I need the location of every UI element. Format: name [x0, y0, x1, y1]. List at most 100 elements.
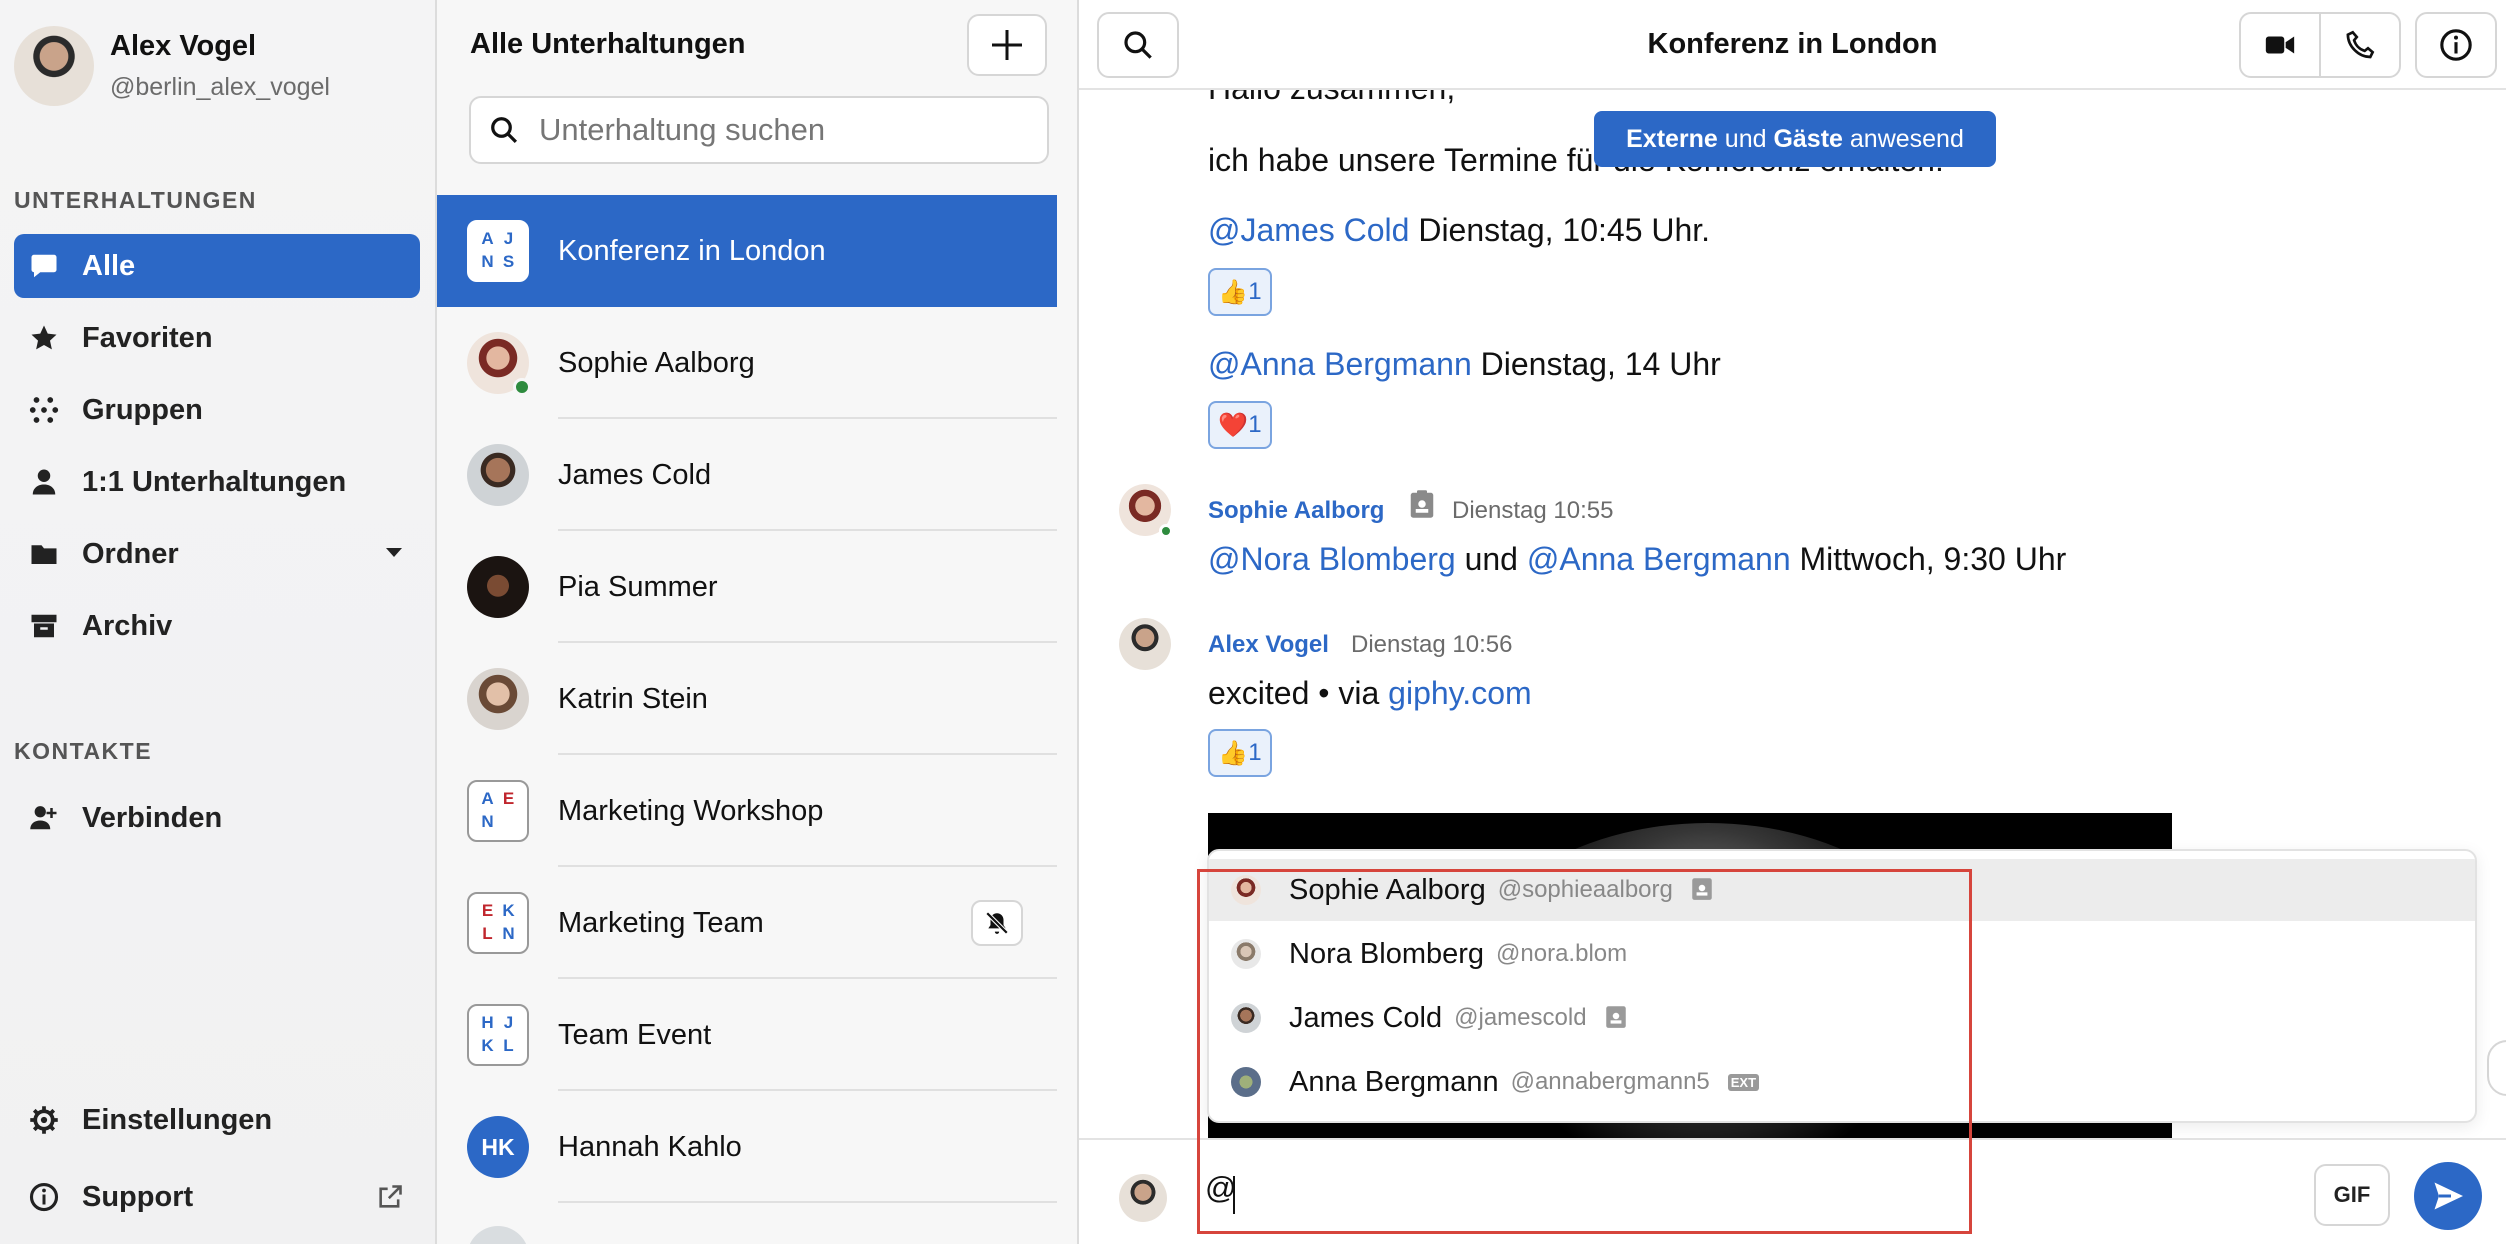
profile-header[interactable]: Alex Vogel @berlin_alex_vogel: [14, 26, 330, 106]
externals-present-banner: Externe und Gäste anwesend: [1594, 111, 1996, 167]
avatar: [1231, 1067, 1261, 1097]
giphy-link[interactable]: giphy.com: [1388, 675, 1531, 711]
sidebar-item-label: Verbinden: [82, 801, 223, 834]
conversation-search[interactable]: [469, 96, 1049, 164]
sidebar-item-support[interactable]: Support: [14, 1165, 420, 1229]
muted-bell-button[interactable]: [971, 900, 1023, 946]
phone-icon: [2346, 30, 2375, 59]
plus-icon: [992, 30, 1022, 60]
guest-badge-icon: [1691, 875, 1713, 906]
reaction-chip[interactable]: 👍 1: [1208, 268, 1272, 316]
conversation-item[interactable]: A J N S Konferenz in London: [437, 195, 1057, 307]
sidebar-item-favoriten[interactable]: Favoriten: [14, 306, 420, 370]
online-status-dot: [513, 378, 531, 396]
sidebar-item-archiv[interactable]: Archiv: [14, 594, 420, 658]
sidebar-item-label: Gruppen: [82, 393, 203, 426]
chevron-down-icon[interactable]: [386, 548, 402, 557]
avatar[interactable]: [14, 26, 94, 106]
scroll-handle[interactable]: [2487, 1040, 2506, 1096]
mention-suggestion[interactable]: Sophie Aalborg @sophieaalborg: [1209, 859, 2475, 921]
avatar[interactable]: [1119, 484, 1173, 538]
thumbs-up-icon: 👍: [1218, 739, 1249, 767]
conversation-item[interactable]: E K L N Marketing Team: [437, 867, 1057, 979]
conversation-item[interactable]: A E N Marketing Workshop: [437, 755, 1057, 867]
conversation-item[interactable]: H J K L Team Event: [437, 979, 1057, 1091]
avatar-initials: HK: [467, 1116, 529, 1178]
sidebar-item-label: Einstellungen: [82, 1103, 273, 1136]
message-timestamp: Dienstag 10:55: [1452, 497, 1614, 524]
conversation-item[interactable]: James Cold: [437, 419, 1057, 531]
archive-icon: [28, 610, 60, 642]
banner-strong: Externe: [1626, 124, 1718, 153]
group-letter: N: [502, 924, 515, 943]
group-letter: H: [481, 1013, 494, 1032]
group-letter: J: [503, 1013, 514, 1032]
send-icon: [2434, 1182, 2463, 1210]
info-icon: [2440, 29, 2472, 61]
conversation-item[interactable]: Sophie Aalborg: [437, 307, 1057, 419]
message-sender[interactable]: Alex Vogel: [1208, 631, 1329, 659]
group-letter: N: [481, 252, 494, 271]
mention-suggestion[interactable]: Nora Blomberg @nora.blom: [1209, 923, 2475, 985]
avatar: [1231, 1003, 1261, 1033]
message-input[interactable]: [1205, 1170, 1805, 1206]
mention-link[interactable]: @Nora Blomberg: [1208, 541, 1456, 577]
message-sender[interactable]: Sophie Aalborg: [1208, 497, 1384, 525]
sidebar-item-label: Support: [82, 1180, 194, 1213]
mention-link[interactable]: @Anna Bergmann: [1527, 541, 1791, 577]
message-text: @Nora Blomberg und @Anna Bergmann Mittwo…: [1208, 541, 2066, 578]
reaction-chip[interactable]: ❤️ 1: [1208, 401, 1272, 449]
group-avatar: A J N S: [467, 220, 529, 282]
online-status-dot: [1159, 524, 1173, 538]
group-letter: S: [502, 252, 515, 271]
profile-name: Alex Vogel: [110, 30, 257, 62]
sidebar-item-gruppen[interactable]: Gruppen: [14, 378, 420, 442]
conversation-info-button[interactable]: [2415, 12, 2497, 78]
mention-link[interactable]: @James Cold: [1208, 212, 1409, 248]
suggestion-handle: @sophieaalborg: [1497, 876, 1673, 903]
avatar: [1119, 1174, 1167, 1222]
suggestion-name: James Cold: [1289, 1001, 1443, 1034]
mention-link[interactable]: @Anna Bergmann: [1208, 346, 1472, 382]
conversation-name: Pia Summer: [558, 570, 718, 603]
thumbs-up-icon: 👍: [1218, 278, 1249, 306]
search-input[interactable]: [539, 112, 1019, 148]
sidebar-item-label: Archiv: [82, 609, 173, 642]
sidebar-item-1-1-unterhaltungen[interactable]: 1:1 Unterhaltungen: [14, 450, 420, 514]
section-label-conversations: UNTERHALTUNGEN: [14, 187, 257, 213]
folder-icon: [28, 538, 60, 570]
sidebar-item-einstellungen[interactable]: Einstellungen: [14, 1088, 420, 1152]
group-letter: E: [481, 901, 494, 920]
group-letter: N: [481, 812, 494, 831]
conversation-name: James Cold: [558, 458, 712, 491]
conversation-item[interactable]: HK Hannah Kahlo: [437, 1091, 1057, 1203]
conversation-item[interactable]: Pia Summer: [437, 531, 1057, 643]
guest-badge-icon: [1605, 1003, 1627, 1034]
star-icon: [28, 322, 60, 354]
conversation-item[interactable]: Katrin Stein: [437, 643, 1057, 755]
sidebar-item-alle[interactable]: Alle: [14, 234, 420, 298]
mention-suggestion[interactable]: James Cold @jamescold: [1209, 987, 2475, 1049]
add-conversation-button[interactable]: [967, 14, 1047, 76]
mention-suggestion[interactable]: Anna Bergmann @annabergmann5 EXT: [1209, 1051, 2475, 1113]
reaction-chip[interactable]: 👍 1: [1208, 729, 1272, 777]
bell-muted-icon: [985, 911, 1009, 935]
send-button[interactable]: [2414, 1162, 2482, 1230]
sidebar-item-verbinden[interactable]: Verbinden: [14, 786, 420, 850]
reaction-count: 1: [1248, 278, 1262, 305]
app-window: Alex Vogel @berlin_alex_vogel UNTERHALTU…: [0, 0, 2506, 1244]
sidebar-item-label: Favoriten: [82, 321, 213, 354]
video-call-button[interactable]: [2239, 12, 2321, 78]
gif-button[interactable]: GIF: [2314, 1164, 2390, 1226]
suggestion-name: Sophie Aalborg: [1289, 873, 1486, 906]
avatar[interactable]: [1119, 618, 1171, 670]
info-icon: [28, 1181, 60, 1213]
sidebar-item-label: 1:1 Unterhaltungen: [82, 465, 347, 498]
suggestion-name: Nora Blomberg: [1289, 937, 1485, 970]
audio-call-button[interactable]: [2319, 12, 2401, 78]
profile-handle: @berlin_alex_vogel: [110, 73, 330, 101]
group-avatar: E K L N: [467, 892, 529, 954]
sidebar-item-ordner[interactable]: Ordner: [14, 522, 420, 586]
avatar: [467, 668, 529, 730]
guest-badge-icon: [1409, 489, 1435, 524]
